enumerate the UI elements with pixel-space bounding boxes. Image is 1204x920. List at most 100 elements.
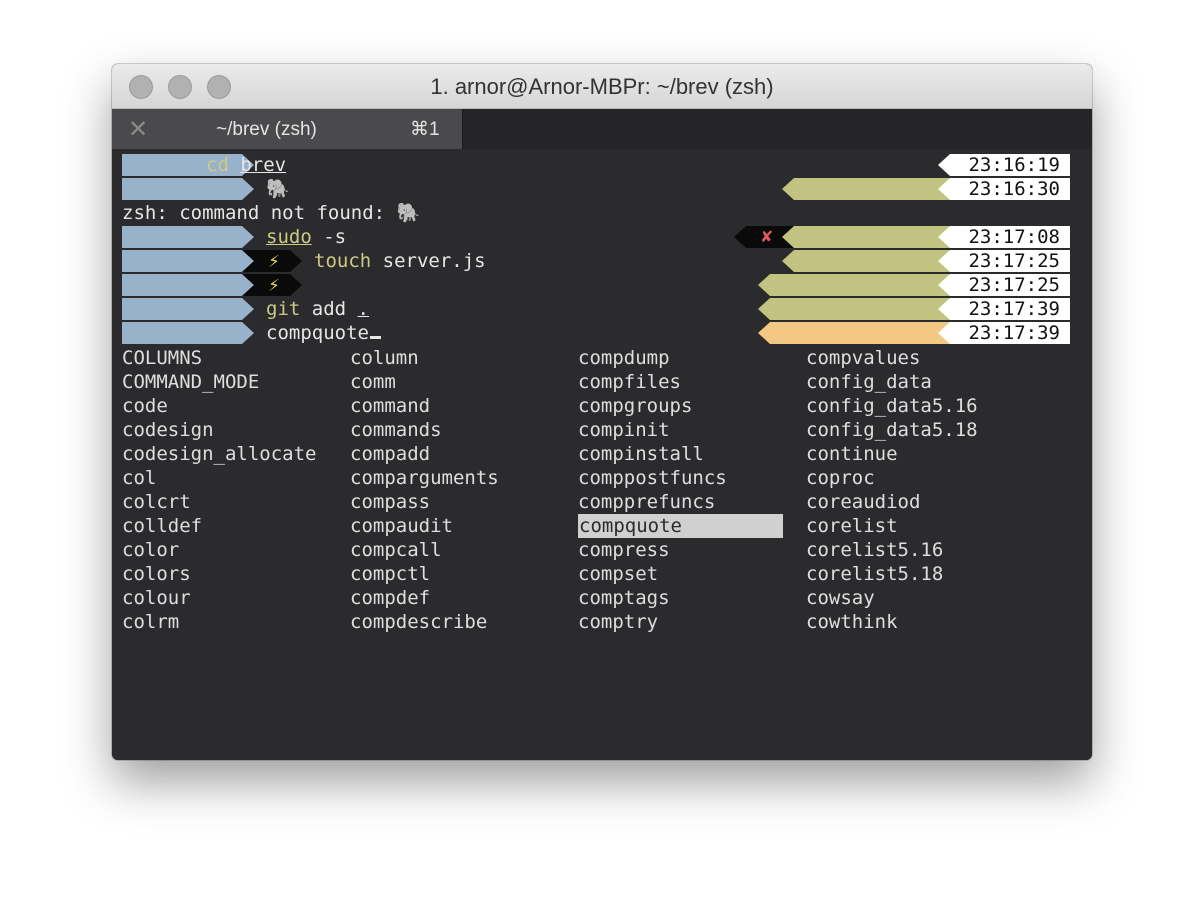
command-text: sudo -s xyxy=(266,226,346,248)
completion-item-selected[interactable]: compquote xyxy=(578,514,783,538)
completion-item[interactable]: code xyxy=(122,394,168,418)
prompt-line: ~/brev sudo -s ✘ develop 23:17:08 xyxy=(122,226,1070,248)
completion-item[interactable]: compdef xyxy=(350,586,430,610)
window-title: 1. arnor@Arnor-MBPr: ~/brev (zsh) xyxy=(430,74,774,99)
completion-item[interactable]: command xyxy=(350,394,430,418)
completion-item[interactable]: compass xyxy=(350,490,430,514)
time-segment: 23:17:39 xyxy=(938,298,1070,320)
completion-item[interactable]: compadd xyxy=(350,442,430,466)
folder-icon xyxy=(218,348,240,364)
command-word: cd xyxy=(206,154,241,176)
completion-item[interactable]: compctl xyxy=(350,562,430,586)
terminal-window: 1. arnor@Arnor-MBPr: ~/brev (zsh) ✕ ~/br… xyxy=(112,64,1092,760)
completion-item[interactable]: corelist5.18 xyxy=(806,562,943,586)
git-branch-segment: develop xyxy=(758,274,950,296)
completion-item[interactable]: cowthink xyxy=(806,610,898,634)
completion-item[interactable]: compcall xyxy=(350,538,442,562)
prompt-line: ~/brev git add . develop 23:17:39 xyxy=(122,298,1070,320)
prompt-line: ~/brev ⚡ develop 23:17:25 xyxy=(122,274,1070,296)
command-arg: -s xyxy=(311,226,347,248)
completion-item[interactable]: compinstall xyxy=(578,442,704,466)
completion-item[interactable]: comptry xyxy=(578,610,658,634)
completion-item[interactable]: config_data5.16 xyxy=(806,394,978,418)
completion-item[interactable]: COLUMNS xyxy=(122,346,202,370)
completion-item[interactable]: comppostfuncs xyxy=(578,466,727,490)
git-branch-segment: develop xyxy=(758,298,950,320)
completion-item[interactable]: compdescribe xyxy=(350,610,487,634)
completion-item[interactable]: config_data xyxy=(806,370,932,394)
text-cursor xyxy=(369,336,381,339)
completion-item[interactable]: compvalues xyxy=(806,346,920,370)
completion-item[interactable]: corelist5.16 xyxy=(806,538,943,562)
prompt-line: ~/brev 🐘 develop 23:16:30 xyxy=(122,178,1070,200)
completion-item[interactable]: codesign xyxy=(122,418,214,442)
time-segment: 23:16:19 xyxy=(938,154,1070,176)
command-arg: brev xyxy=(240,154,287,176)
time-segment: 23:17:39 xyxy=(938,322,1070,344)
completion-item[interactable]: compgroups xyxy=(578,394,692,418)
command-word: sudo xyxy=(266,226,312,248)
completion-item[interactable]: corelist xyxy=(806,514,898,538)
dir-segment: ~/brev xyxy=(122,298,254,320)
prompt-line: ~/brev ⚡ touch server.js develop 23:17:2… xyxy=(122,250,1070,272)
completion-item[interactable]: comparguments xyxy=(350,466,499,490)
command-text: 🐘 xyxy=(266,178,290,200)
command-arg: add xyxy=(300,298,358,320)
completion-item[interactable]: coreaudiod xyxy=(806,490,920,514)
git-branch-segment: develop xyxy=(782,178,950,200)
tab-brev-zsh[interactable]: ✕ ~/brev (zsh) ⌘1 xyxy=(112,109,463,149)
tab-close-icon[interactable]: ✕ xyxy=(128,109,148,149)
time-segment: 23:17:08 xyxy=(938,226,1070,248)
completion-item[interactable]: col xyxy=(122,466,156,490)
command-text: touch server.js xyxy=(314,250,486,272)
prompt-line: ~/brev compquote develop 23:17:39 xyxy=(122,322,1070,344)
completion-item[interactable]: COMMAND_MODE xyxy=(122,370,259,394)
command-word: touch xyxy=(314,250,372,272)
completion-item[interactable]: colrm xyxy=(122,610,179,634)
dir-segment: ~/brev xyxy=(122,322,254,344)
dir-text: ~/brev xyxy=(217,342,287,364)
command-input[interactable]: compquote xyxy=(266,322,381,344)
command-text: cd brev xyxy=(206,154,286,176)
completion-item[interactable]: colour xyxy=(122,586,191,610)
tab-label: ~/brev (zsh) xyxy=(216,119,317,140)
completion-item[interactable]: continue xyxy=(806,442,898,466)
time-segment: 23:17:25 xyxy=(938,250,1070,272)
completion-item[interactable]: comm xyxy=(350,370,396,394)
git-branch-segment-staged: develop xyxy=(758,322,950,344)
title-bar[interactable]: 1. arnor@Arnor-MBPr: ~/brev (zsh) xyxy=(112,64,1092,109)
tab-bar: ✕ ~/brev (zsh) ⌘1 xyxy=(112,109,1092,149)
command-word: compquote xyxy=(266,322,369,344)
completion-item[interactable]: comptags xyxy=(578,586,670,610)
time-segment: 23:17:25 xyxy=(938,274,1070,296)
terminal-output[interactable]: ~ cd brev 23:16:19 ~/brev 🐘 develop 23:1… xyxy=(112,150,1092,760)
completion-item[interactable]: codesign_allocate xyxy=(122,442,316,466)
completion-item[interactable]: compfiles xyxy=(578,370,681,394)
completion-item[interactable]: compprefuncs xyxy=(578,490,715,514)
error-x-icon: ✘ xyxy=(761,226,773,247)
completion-item[interactable]: compress xyxy=(578,538,670,562)
completion-item[interactable]: color xyxy=(122,538,179,562)
command-arg: server.js xyxy=(371,250,486,272)
error-message: zsh: command not found: 🐘 xyxy=(122,202,421,224)
command-text: git add . xyxy=(266,298,369,320)
completion-item[interactable]: config_data5.18 xyxy=(806,418,978,442)
tab-shortcut: ⌘1 xyxy=(410,119,440,140)
completion-item[interactable]: compset xyxy=(578,562,658,586)
completion-item[interactable]: coproc xyxy=(806,466,875,490)
git-branch-segment: develop xyxy=(782,226,950,248)
dir-segment: ~/brev xyxy=(122,250,254,272)
dir-segment: ~/brev xyxy=(122,274,254,296)
completion-item[interactable]: colcrt xyxy=(122,490,191,514)
completion-item[interactable]: compinit xyxy=(578,418,670,442)
command-word: git xyxy=(266,298,301,320)
completion-item[interactable]: compdump xyxy=(578,346,670,370)
time-segment: 23:16:30 xyxy=(938,178,1070,200)
completion-item[interactable]: colldef xyxy=(122,514,202,538)
completion-item[interactable]: commands xyxy=(350,418,442,442)
completion-item[interactable]: compaudit xyxy=(350,514,453,538)
completion-item[interactable]: cowsay xyxy=(806,586,875,610)
completion-item[interactable]: column xyxy=(350,346,419,370)
prompt-line: ~ cd brev 23:16:19 xyxy=(122,154,1070,176)
completion-item[interactable]: colors xyxy=(122,562,191,586)
